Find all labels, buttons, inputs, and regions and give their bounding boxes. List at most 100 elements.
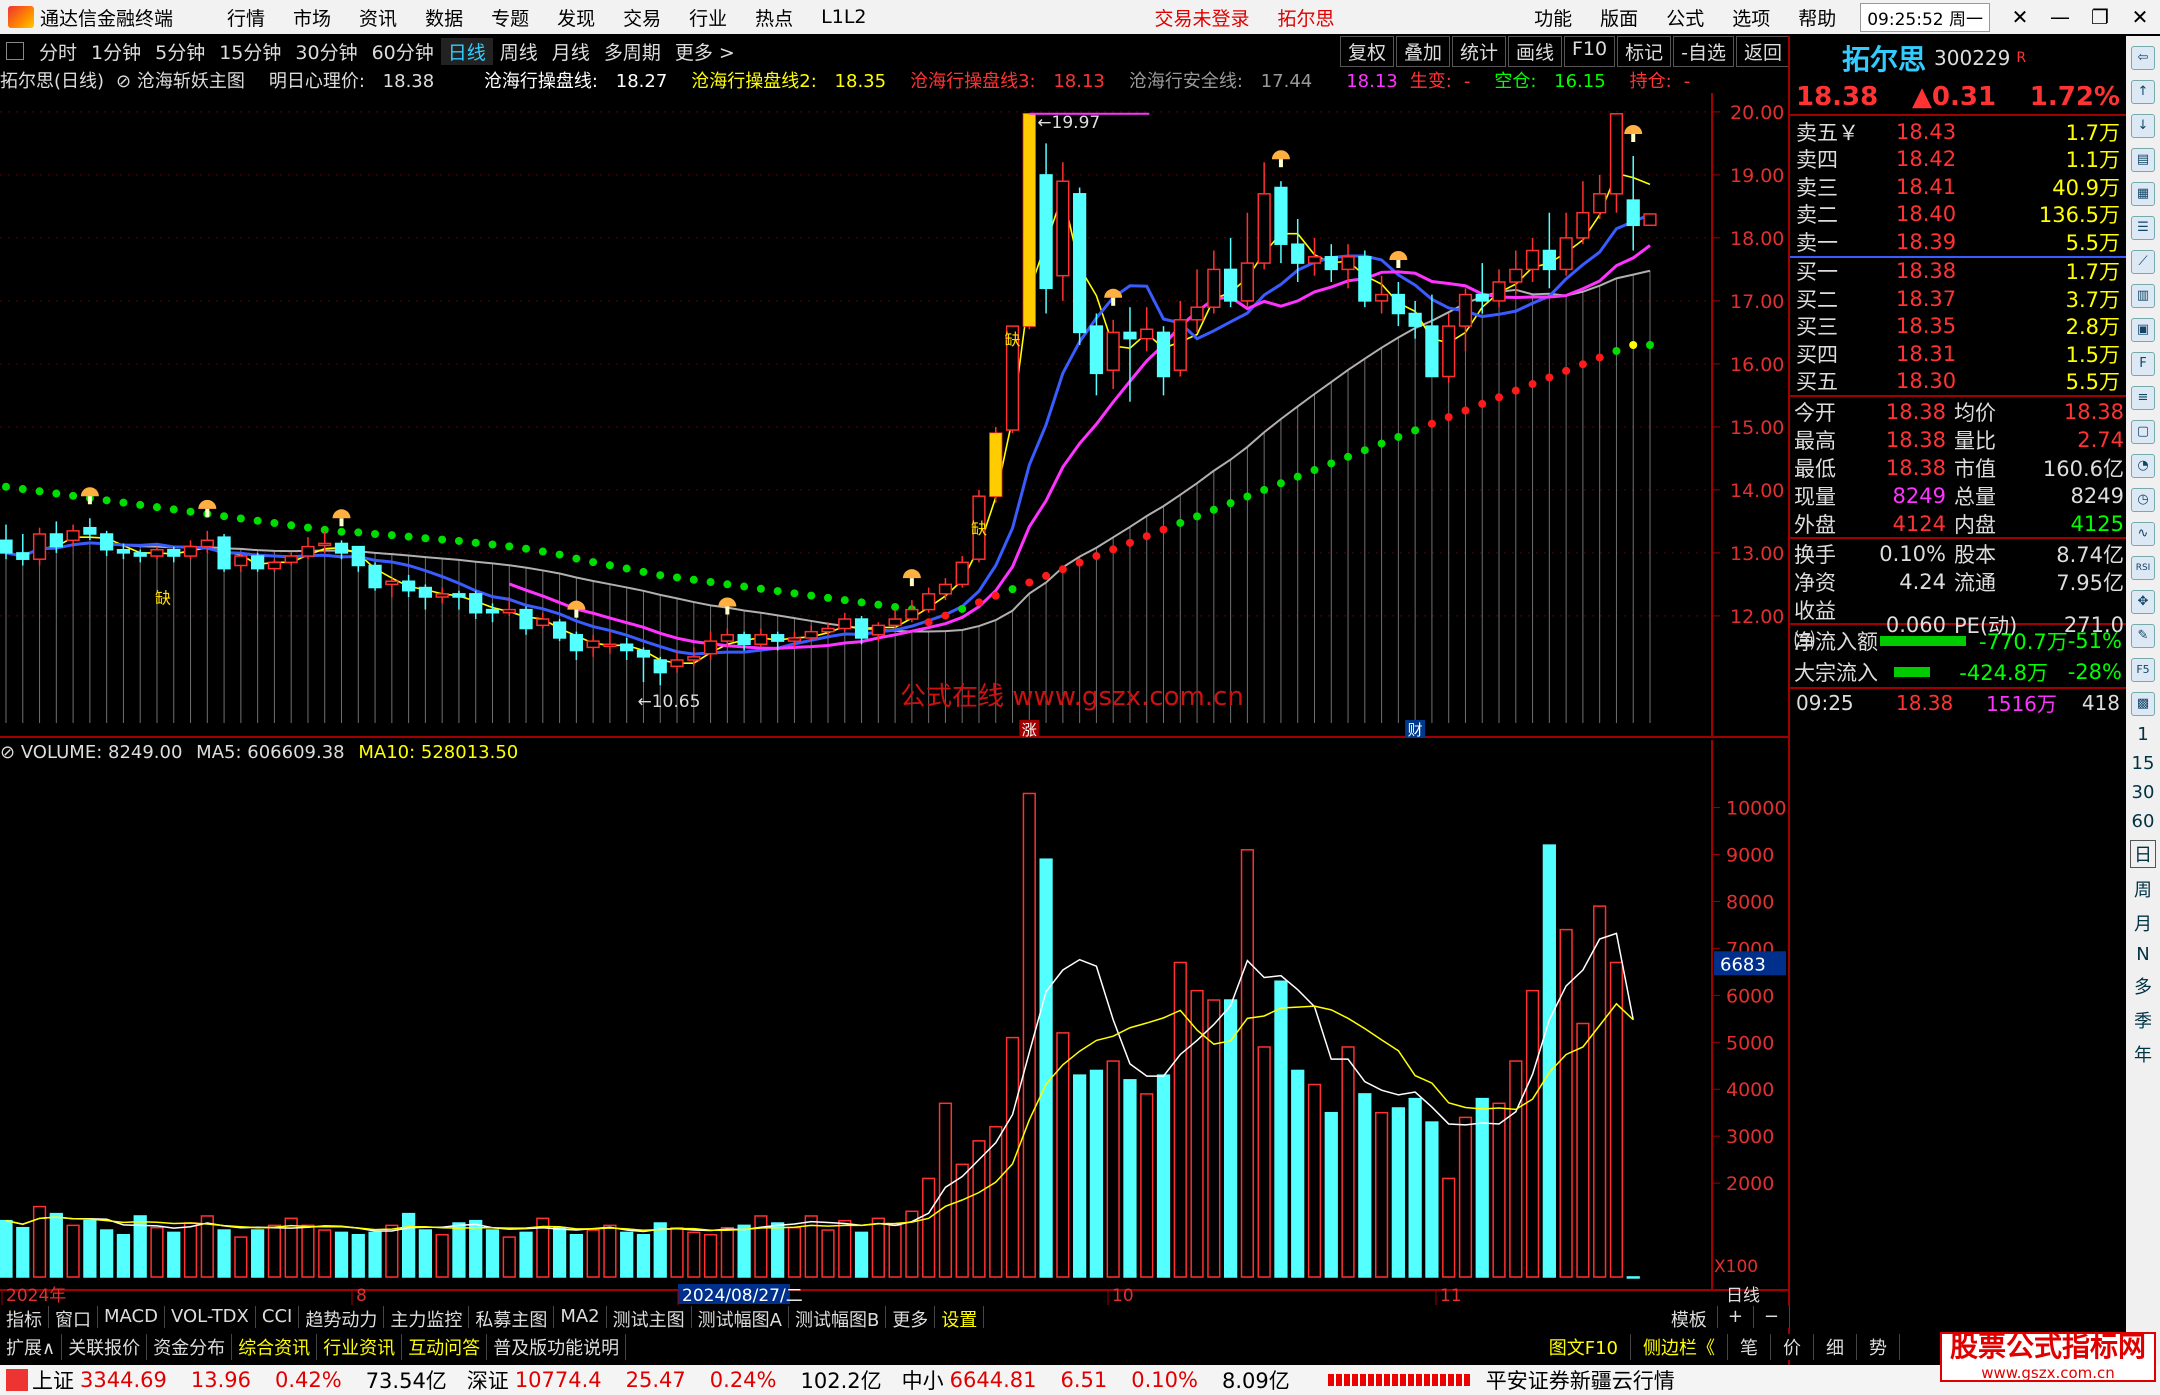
- indicator-tab[interactable]: VOL-TDX: [165, 1306, 256, 1328]
- menu-gongneng[interactable]: 功能: [1520, 4, 1586, 31]
- minimize-icon[interactable]: —: [2040, 5, 2080, 29]
- zx-label[interactable]: 中小: [902, 1365, 944, 1395]
- side-period-week[interactable]: 周: [2134, 876, 2152, 902]
- menu-zixun[interactable]: 资讯: [345, 4, 411, 31]
- layout-toggle-icon[interactable]: [6, 42, 24, 60]
- indicator-tab[interactable]: 窗口: [49, 1306, 98, 1331]
- menu-hangqing[interactable]: 行情: [213, 4, 279, 31]
- period-more[interactable]: 更多 >: [668, 38, 742, 65]
- side-tab[interactable]: 笔: [1728, 1334, 1771, 1360]
- side-period-60[interactable]: 60: [2132, 811, 2155, 832]
- period-monthly[interactable]: 月线: [545, 38, 597, 65]
- grid-icon[interactable]: ▦: [2131, 182, 2155, 206]
- list-icon[interactable]: ≡: [2131, 386, 2155, 410]
- indicator-tab[interactable]: 更多: [886, 1306, 936, 1331]
- kline-chart[interactable]: 20.00 19.00 18.00 17.00 16.00 15.00 14.00 13.00…: [0, 93, 1790, 738]
- down-arrow-icon[interactable]: ↓: [2131, 114, 2155, 138]
- template-tab[interactable]: +: [1718, 1306, 1754, 1328]
- indicator-tab[interactable]: 指标: [0, 1306, 49, 1331]
- indicator-tab[interactable]: MA2: [554, 1306, 607, 1328]
- sh-label[interactable]: 上证: [32, 1365, 74, 1395]
- menu-hangye[interactable]: 行业: [675, 4, 741, 31]
- period-15min[interactable]: 15分钟: [212, 38, 288, 65]
- indicator-tab[interactable]: 主力监控: [384, 1306, 470, 1331]
- menu-gongshi[interactable]: 公式: [1652, 4, 1718, 31]
- chart-line-icon[interactable]: ⟋: [2131, 250, 2155, 274]
- template-tab[interactable]: −: [1754, 1306, 1790, 1328]
- clock-icon[interactable]: ◷: [2131, 488, 2155, 512]
- menu-banmian[interactable]: 版面: [1586, 4, 1652, 31]
- indicator-tab[interactable]: 测试幅图B: [789, 1306, 887, 1331]
- menu-jiaoyi[interactable]: 交易: [609, 4, 675, 31]
- f10-icon[interactable]: F: [2131, 352, 2155, 376]
- menu-redian[interactable]: 热点: [741, 4, 807, 31]
- menu-xuanxiang[interactable]: 选项: [1718, 4, 1784, 31]
- side-tab[interactable]: 价: [1771, 1334, 1814, 1360]
- tool-fanhui[interactable]: 返回: [1735, 36, 1790, 67]
- extension-tab[interactable]: 普及版功能说明: [487, 1334, 627, 1360]
- tool-fuquan[interactable]: 复权: [1339, 36, 1394, 67]
- doc-icon[interactable]: ▣: [2131, 318, 2155, 342]
- indicator-tab[interactable]: CCI: [256, 1306, 300, 1328]
- side-period-quarter[interactable]: 季: [2134, 1007, 2152, 1033]
- side-period-month[interactable]: 月: [2134, 910, 2152, 936]
- menu-faxian[interactable]: 发现: [543, 4, 609, 31]
- close-icon[interactable]: ✕: [2000, 5, 2040, 29]
- indicator-tab[interactable]: 测试幅图A: [692, 1306, 789, 1331]
- period-60min[interactable]: 60分钟: [365, 38, 441, 65]
- side-tab[interactable]: 势: [1857, 1334, 1900, 1360]
- indicator-tab[interactable]: 设置: [935, 1306, 985, 1331]
- side-period-30[interactable]: 30: [2132, 782, 2155, 803]
- sell-row[interactable]: 卖三 18.41 40.9万: [1790, 173, 2126, 201]
- extension-tab[interactable]: 资金分布: [147, 1334, 233, 1360]
- sell-row[interactable]: 卖二 18.40 136.5万: [1790, 201, 2126, 229]
- indicator-tab[interactable]: MACD: [98, 1306, 165, 1328]
- calc-icon[interactable]: ▩: [2131, 692, 2155, 716]
- indicator-tab[interactable]: 测试主图: [607, 1306, 692, 1331]
- buy-row[interactable]: 买五 18.30 5.5万: [1790, 368, 2126, 396]
- buy-row[interactable]: 买三 18.35 2.8万: [1790, 313, 2126, 341]
- template-tab[interactable]: 模板: [1661, 1306, 1718, 1331]
- volume-chart[interactable]: 1000090008000700060005000400030002000668…: [0, 740, 1790, 1305]
- extension-tab[interactable]: 互动问答: [402, 1334, 488, 1360]
- period-5min[interactable]: 5分钟: [148, 38, 212, 65]
- menu-l1l2[interactable]: L1L2: [807, 6, 880, 28]
- candle-icon[interactable]: ▥: [2131, 284, 2155, 308]
- collapse-icon[interactable]: ⇦: [2131, 46, 2155, 70]
- menu-shichang[interactable]: 市场: [279, 4, 345, 31]
- move-icon[interactable]: ✥: [2131, 590, 2155, 614]
- tool-f10[interactable]: F10: [1564, 36, 1616, 67]
- extension-tab[interactable]: 综合资讯: [232, 1334, 318, 1360]
- close-window-icon[interactable]: ✕: [2120, 5, 2160, 29]
- extension-tab[interactable]: 扩展∧: [0, 1334, 63, 1360]
- tool-huaxian[interactable]: 画线: [1507, 36, 1562, 67]
- sell-row[interactable]: 卖一 18.39 5.5万: [1790, 228, 2126, 256]
- buy-row[interactable]: 买四 18.31 1.5万: [1790, 340, 2126, 368]
- sell-row[interactable]: 卖四 18.42 1.1万: [1790, 146, 2126, 174]
- menu-shuju[interactable]: 数据: [411, 4, 477, 31]
- tool-diejia[interactable]: 叠加: [1395, 36, 1450, 67]
- side-tab[interactable]: 图文F10: [1537, 1334, 1631, 1360]
- side-tab[interactable]: 细: [1814, 1334, 1857, 1360]
- period-daily[interactable]: 日线: [440, 37, 493, 65]
- sz-label[interactable]: 深证: [467, 1365, 509, 1395]
- tool-zixuan[interactable]: -自选: [1673, 36, 1734, 67]
- table-icon[interactable]: ☰: [2131, 216, 2155, 240]
- side-period-1[interactable]: 1: [2137, 724, 2148, 745]
- report-icon[interactable]: ▢: [2131, 420, 2155, 444]
- login-status[interactable]: 交易未登录: [1141, 4, 1264, 31]
- period-30min[interactable]: 30分钟: [288, 38, 364, 65]
- menu-bangzhu[interactable]: 帮助: [1784, 4, 1850, 31]
- period-fenshi[interactable]: 分时: [32, 38, 84, 65]
- side-tab[interactable]: 侧边栏《: [1631, 1334, 1728, 1360]
- extension-tab[interactable]: 关联报价: [62, 1334, 148, 1360]
- menu-zhuanti[interactable]: 专题: [477, 4, 543, 31]
- indicator-tab[interactable]: 私募主图: [469, 1306, 555, 1331]
- restore-icon[interactable]: ❐: [2080, 5, 2120, 29]
- up-arrow-icon[interactable]: ↑: [2131, 80, 2155, 104]
- indicator-name[interactable]: ⊘ 沧海斩妖主图: [116, 71, 257, 92]
- side-period-year[interactable]: 年: [2134, 1041, 2152, 1067]
- sell-row[interactable]: 卖五￥ 18.43 1.7万: [1790, 118, 2126, 146]
- tool-tongji[interactable]: 统计: [1451, 36, 1506, 67]
- indicator-tab[interactable]: 趋势动力: [299, 1306, 385, 1331]
